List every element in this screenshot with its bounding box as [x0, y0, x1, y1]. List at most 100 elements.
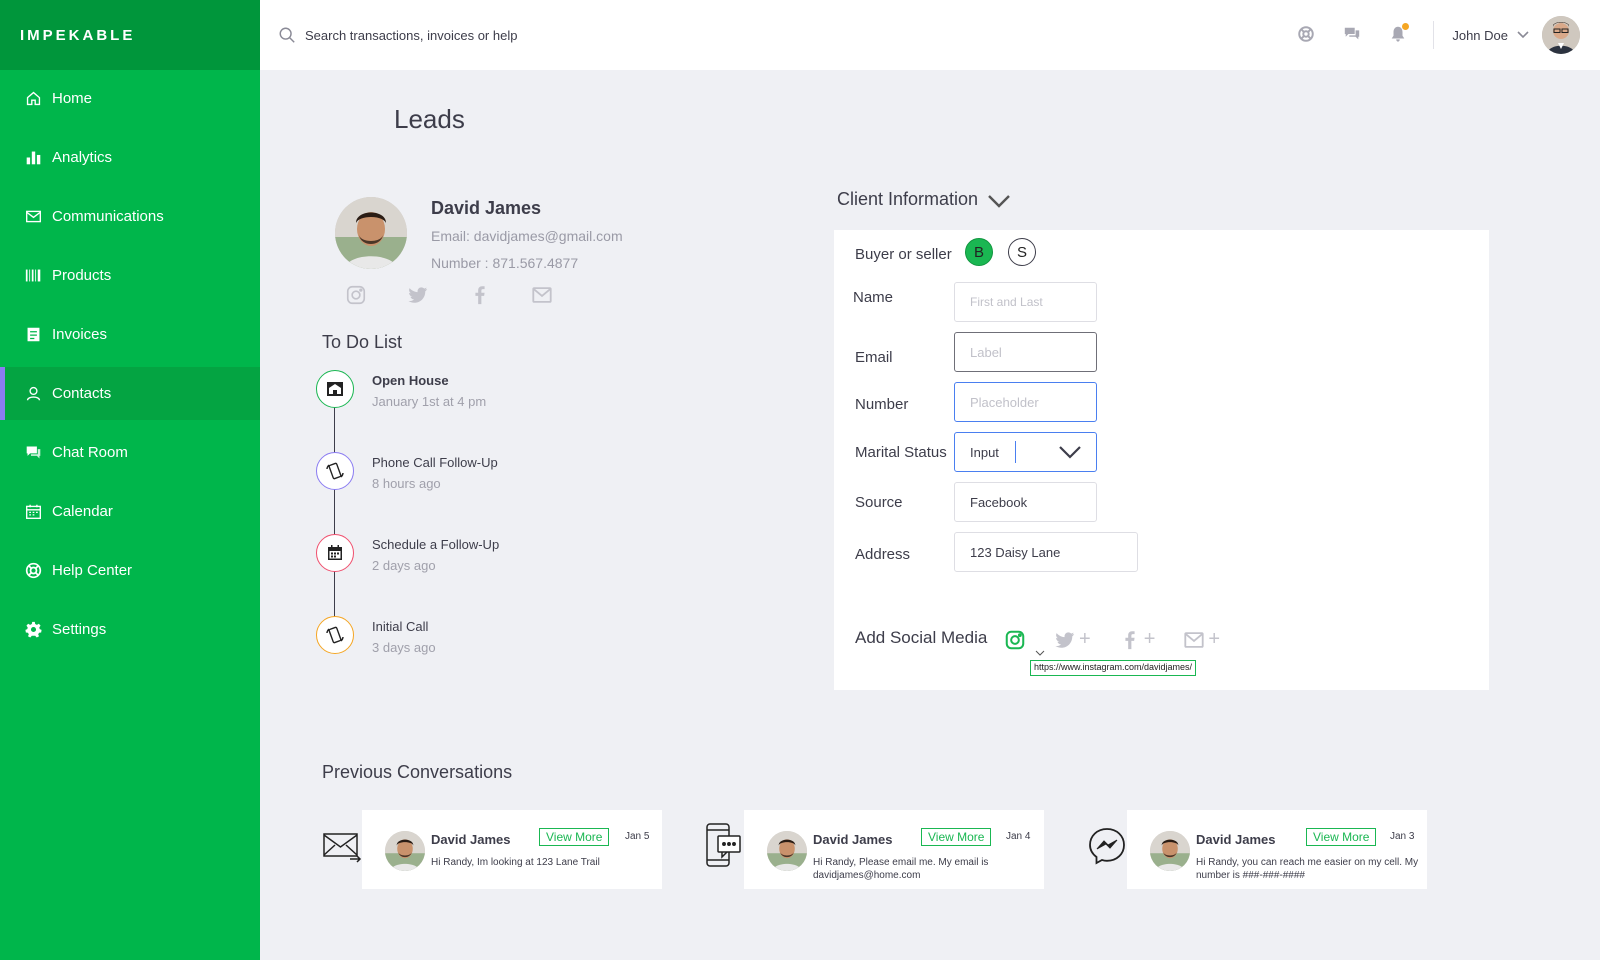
view-more-button[interactable]: View More: [921, 828, 992, 846]
conversation-card[interactable]: David James View More Jan 4 Hi Randy, Pl…: [744, 810, 1044, 889]
sidebar-item-label: Calendar: [52, 503, 113, 520]
name-field[interactable]: [954, 282, 1097, 322]
plus-icon: +: [1143, 628, 1156, 650]
sidebar-item-chat-room[interactable]: Chat Room: [0, 426, 260, 479]
text-cursor: [1015, 441, 1016, 463]
email-icon[interactable]: [531, 284, 553, 306]
marital-status-select[interactable]: Input: [954, 432, 1097, 472]
twitter-icon[interactable]: [407, 284, 429, 306]
client-info-header[interactable]: Client Information: [837, 188, 1012, 210]
buyer-toggle-button[interactable]: B: [965, 238, 993, 266]
marital-status-label: Marital Status: [855, 444, 947, 461]
notification-dot: [1402, 23, 1410, 30]
user-name[interactable]: John Doe: [1452, 28, 1508, 43]
invoice-icon: [24, 326, 42, 344]
sidebar-item-label: Help Center: [52, 562, 133, 579]
brand-logo: IMPEKABLE: [0, 0, 260, 70]
sidebar-item-settings[interactable]: Settings: [0, 603, 260, 656]
instagram-add-button[interactable]: [1004, 629, 1026, 651]
user-avatar[interactable]: [1542, 16, 1580, 54]
email-icon: [323, 833, 362, 863]
sidebar-item-label: Analytics: [52, 149, 113, 166]
sidebar-item-label: Home: [52, 90, 93, 107]
profile-avatar: [335, 197, 407, 269]
facebook-icon[interactable]: [469, 284, 491, 306]
todo-icon-circle: [316, 370, 354, 408]
todo-item-initial-call[interactable]: Initial Call 3 days ago: [316, 616, 436, 655]
page-title: Leads: [394, 104, 465, 134]
conversation-name: David James: [431, 832, 511, 847]
view-more-button[interactable]: View More: [1306, 828, 1377, 846]
todo-text: Schedule a Follow-Up 2 days ago: [372, 537, 499, 573]
sidebar-item-products[interactable]: Products: [0, 249, 260, 302]
chat-icon: [24, 444, 42, 462]
todo-title: To Do List: [322, 332, 403, 352]
seller-toggle-button[interactable]: S: [1008, 238, 1036, 266]
todo-text: Open House January 1st at 4 pm: [372, 373, 486, 409]
number-field[interactable]: [954, 382, 1097, 422]
sidebar-item-home[interactable]: Home: [0, 72, 260, 125]
conversation-card[interactable]: David James View More Jan 3 Hi Randy, yo…: [1127, 810, 1427, 889]
todo-time: 3 days ago: [372, 640, 436, 655]
todo-item-open-house[interactable]: Open House January 1st at 4 pm: [316, 370, 486, 409]
profile-name: David James: [431, 198, 542, 218]
calendar-icon: [328, 545, 342, 560]
sidebar-item-label: Settings: [52, 621, 107, 638]
messages-icon[interactable]: [1343, 25, 1363, 45]
marital-status-value: Input: [970, 444, 999, 460]
twitter-icon: [1055, 631, 1075, 648]
profile-number: Number : 871.567.4877: [431, 255, 579, 271]
home-icon: [24, 90, 42, 108]
client-info-card: Buyer or seller B S Name Email Number Ma…: [834, 230, 1489, 690]
plus-icon: +: [1079, 628, 1091, 650]
calendar-icon: [24, 503, 42, 521]
mail-icon: [24, 208, 42, 226]
todo-time: January 1st at 4 pm: [372, 394, 487, 409]
search-input[interactable]: [305, 27, 705, 43]
chevron-down-icon[interactable]: [1035, 650, 1045, 656]
help-lifebuoy-icon[interactable]: [1297, 25, 1317, 45]
add-social-media-label: Add Social Media: [855, 628, 988, 647]
email-add-button[interactable]: +: [1183, 628, 1220, 651]
barcode-icon: [24, 267, 42, 285]
todo-item-schedule-follow-up[interactable]: Schedule a Follow-Up 2 days ago: [316, 534, 499, 573]
todo-text: Initial Call 3 days ago: [372, 619, 436, 655]
facebook-add-button[interactable]: +: [1119, 628, 1156, 651]
chevron-down-icon[interactable]: [1058, 445, 1082, 460]
social-media-add-row: + + +: [1004, 628, 1248, 651]
todo-text: Phone Call Follow-Up 8 hours ago: [372, 455, 498, 491]
conversation-card[interactable]: David James View More Jan 5 Hi Randy, Im…: [362, 810, 662, 889]
lifebuoy-icon: [24, 562, 42, 580]
sidebar-item-communications[interactable]: Communications: [0, 190, 260, 243]
house-icon: [327, 382, 343, 396]
plus-icon: +: [1208, 628, 1221, 650]
email-field[interactable]: [954, 332, 1097, 372]
conversation-date: Jan 5: [625, 831, 650, 842]
analytics-icon: [24, 149, 42, 167]
source-label: Source: [855, 494, 903, 511]
todo-item-phone-call-follow-up[interactable]: Phone Call Follow-Up 8 hours ago: [316, 452, 498, 491]
todo-icon-circle: [316, 616, 354, 654]
topbar: John Doe: [260, 0, 1600, 70]
source-field[interactable]: Facebook: [954, 482, 1097, 522]
address-field[interactable]: 123 Daisy Lane: [954, 532, 1138, 572]
sidebar-item-help-center[interactable]: Help Center: [0, 544, 260, 597]
conversation-message: Hi Randy, Please email me. My email is d…: [813, 857, 989, 881]
notification-bell-icon[interactable]: [1389, 23, 1410, 45]
sidebar-item-contacts[interactable]: Contacts: [0, 367, 260, 420]
todo-label: Initial Call: [372, 619, 429, 634]
conversation-avatar: [767, 831, 807, 871]
twitter-add-button[interactable]: +: [1054, 628, 1091, 651]
instagram-icon[interactable]: [345, 284, 367, 306]
profile-email: Email: davidjames@gmail.com: [431, 228, 623, 244]
chevron-down-icon[interactable]: [1516, 30, 1530, 40]
conversation-avatar: [1150, 831, 1190, 871]
sidebar-item-calendar[interactable]: Calendar: [0, 485, 260, 538]
conversation-date: Jan 4: [1006, 831, 1031, 842]
gear-icon: [24, 621, 42, 639]
view-more-button[interactable]: View More: [539, 828, 610, 846]
instagram-icon: [1005, 630, 1025, 649]
sidebar-item-invoices[interactable]: Invoices: [0, 308, 260, 361]
chevron-down-icon[interactable]: [986, 192, 1012, 210]
sidebar-item-analytics[interactable]: Analytics: [0, 131, 260, 184]
